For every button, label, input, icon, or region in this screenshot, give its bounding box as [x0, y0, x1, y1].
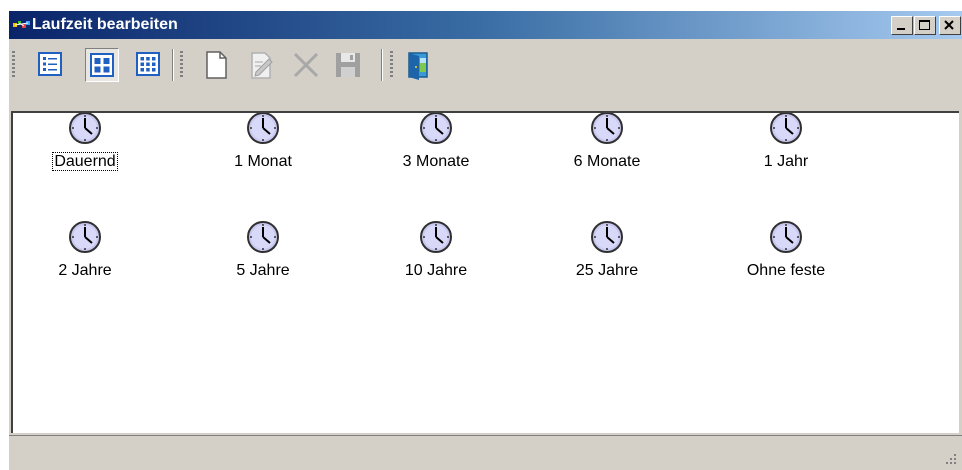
list-item-label: 1 Monat — [193, 152, 333, 172]
list-item-text: 5 Jahre — [236, 262, 290, 279]
small-icons-view-icon — [136, 52, 160, 76]
list-item-label: 3 Monate — [366, 152, 506, 172]
status-bar — [9, 435, 962, 470]
resize-grip-icon[interactable] — [943, 452, 957, 466]
save-icon — [336, 53, 360, 77]
edit-button — [245, 48, 279, 82]
clock-icon — [247, 113, 279, 144]
list-item[interactable]: 3 Monate — [366, 113, 506, 201]
list-item[interactable]: 2 Jahre — [15, 220, 155, 310]
app-icon — [13, 21, 30, 28]
clock-icon — [770, 221, 802, 253]
details-view-icon — [38, 52, 62, 76]
toolbar — [9, 43, 949, 91]
delete-icon — [293, 52, 319, 78]
list-item[interactable]: 1 Monat — [193, 113, 333, 201]
list-item-text: 10 Jahre — [404, 262, 468, 279]
main-window: Laufzeit bearbeiten Dauernd 1 Monat 3 Mo… — [8, 10, 962, 470]
list-item-text: 1 Jahr — [763, 153, 809, 170]
list-item[interactable]: Dauernd — [15, 113, 155, 201]
clock-icon — [591, 221, 623, 253]
duration-list[interactable]: Dauernd 1 Monat 3 Monate 6 Monate 1 Jahr 2 Ja… — [11, 111, 959, 433]
list-item-text: Ohne feste — [746, 262, 826, 279]
new-button[interactable] — [199, 48, 233, 82]
list-item-label: 1 Jahr — [716, 152, 856, 172]
list-item-label: 10 Jahre — [366, 261, 506, 281]
list-item-text: 6 Monate — [573, 153, 641, 170]
minimize-icon — [897, 28, 905, 30]
list-item-label: 6 Monate — [537, 152, 677, 172]
details-view-button[interactable] — [34, 48, 68, 82]
list-item[interactable]: Ohne feste — [716, 220, 856, 310]
exit-door-icon — [408, 52, 428, 80]
edit-icon — [251, 52, 273, 79]
small-icons-view-button[interactable] — [132, 48, 166, 82]
list-item[interactable]: 25 Jahre — [537, 220, 677, 310]
clock-icon — [247, 221, 279, 253]
toolbar-grip[interactable] — [12, 51, 15, 79]
toolbar-separator — [381, 49, 382, 81]
delete-button — [289, 48, 323, 82]
save-button — [331, 48, 365, 82]
large-icons-view-button[interactable] — [85, 48, 119, 82]
list-item-label: 2 Jahre — [15, 261, 155, 281]
close-icon — [944, 20, 954, 30]
list-item-text: 25 Jahre — [575, 262, 639, 279]
close-button[interactable] — [939, 16, 961, 35]
list-item-label: Ohne feste — [716, 261, 856, 281]
clock-icon — [591, 113, 623, 144]
large-icons-view-icon — [90, 53, 114, 77]
list-item[interactable]: 10 Jahre — [366, 220, 506, 310]
exit-button[interactable] — [401, 48, 435, 82]
list-item-label: 5 Jahre — [193, 261, 333, 281]
clock-icon — [69, 113, 101, 144]
clock-icon — [770, 113, 802, 144]
maximize-icon — [919, 20, 930, 30]
window-title: Laufzeit bearbeiten — [32, 16, 178, 33]
clock-icon — [420, 113, 452, 144]
new-document-icon — [206, 51, 227, 79]
list-item-text: Dauernd — [52, 152, 118, 171]
list-item[interactable]: 1 Jahr — [716, 113, 856, 201]
title-bar[interactable]: Laufzeit bearbeiten — [9, 11, 962, 39]
list-item[interactable]: 6 Monate — [537, 113, 677, 201]
clock-icon — [69, 221, 101, 253]
minimize-button[interactable] — [891, 16, 913, 35]
list-item-text: 3 Monate — [402, 153, 470, 170]
clock-icon — [420, 221, 452, 253]
list-item-label: Dauernd — [15, 152, 155, 172]
list-item[interactable]: 5 Jahre — [193, 220, 333, 310]
list-item-text: 1 Monat — [234, 153, 292, 170]
maximize-button[interactable] — [914, 16, 936, 35]
toolbar-grip[interactable] — [180, 51, 183, 79]
toolbar-separator — [172, 49, 173, 81]
list-item-label: 25 Jahre — [537, 261, 677, 281]
toolbar-grip[interactable] — [390, 51, 393, 79]
list-item-text: 2 Jahre — [58, 262, 112, 279]
